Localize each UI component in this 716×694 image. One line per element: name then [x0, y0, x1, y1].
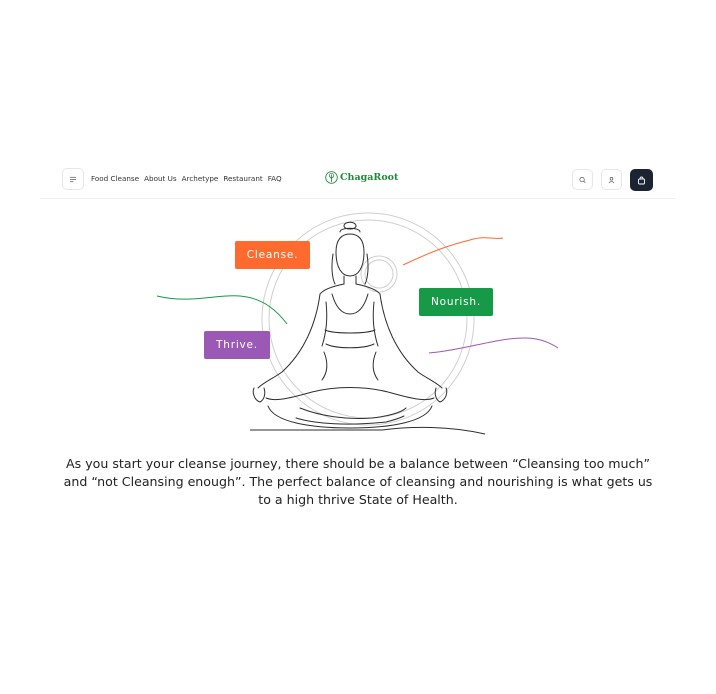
cleanse-tag: Cleanse. — [235, 241, 310, 269]
nav-restaurant[interactable]: Restaurant — [223, 174, 262, 183]
nourish-tag: Nourish. — [419, 288, 493, 316]
thrive-tag: Thrive. — [204, 331, 270, 359]
nav-about-us[interactable]: About Us — [144, 174, 177, 183]
search-button[interactable] — [572, 169, 593, 190]
menu-button[interactable] — [62, 168, 84, 190]
nav-archetype[interactable]: Archetype — [182, 174, 219, 183]
nav-faq[interactable]: FAQ — [268, 174, 282, 183]
ground-line — [250, 426, 486, 435]
brand-name: ChagaRoot — [340, 172, 399, 183]
account-button[interactable] — [601, 169, 622, 190]
orange-wave — [402, 237, 504, 266]
tree-logo-icon — [325, 171, 338, 184]
menu-icon — [69, 176, 77, 182]
main-nav: Food Cleanse About Us Archetype Restaura… — [91, 174, 282, 183]
nav-food-cleanse[interactable]: Food Cleanse — [91, 174, 139, 183]
description-text: As you start your cleanse journey, there… — [63, 456, 653, 507]
search-icon — [579, 176, 586, 183]
green-wave — [156, 295, 288, 325]
user-icon — [608, 176, 615, 183]
yoga-illustration — [156, 212, 559, 435]
purple-wave — [428, 337, 559, 354]
cart-button[interactable] — [630, 169, 653, 191]
brand-logo[interactable]: ChagaRoot — [325, 171, 398, 184]
cart-icon — [638, 176, 645, 184]
site-header: Food Cleanse About Us Archetype Restaura… — [40, 162, 676, 199]
